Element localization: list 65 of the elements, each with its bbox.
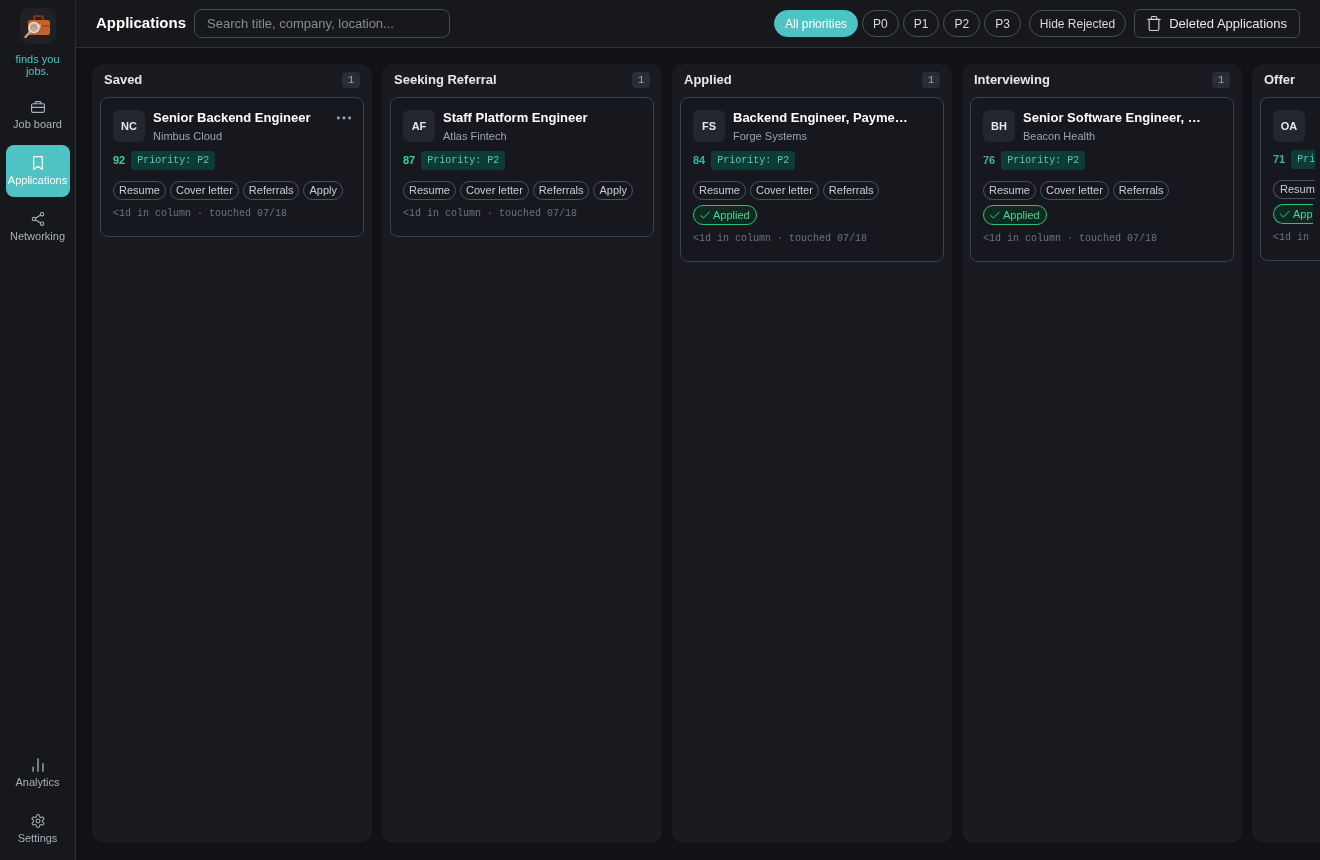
column-title: Interviewing bbox=[974, 71, 1050, 90]
job-title: Backend Engineer, Payme… bbox=[733, 110, 909, 126]
job-title: Senior Backend Engineer bbox=[153, 110, 312, 126]
nav-item[interactable]: Networking bbox=[5, 201, 70, 253]
column-title: Saved bbox=[104, 71, 143, 90]
company-initials: OA bbox=[1273, 110, 1305, 142]
job-card[interactable]: FS Backend Engineer, Payme… Forge Systems 84 Priority: P2 Resume Cover letter Referrals Applied <1d in column · touched 07/18 bbox=[680, 97, 944, 262]
more-icon bbox=[337, 116, 351, 120]
applied-status-chip: App bbox=[1273, 204, 1313, 224]
check-icon bbox=[1280, 210, 1290, 218]
settings-icon bbox=[30, 813, 45, 828]
nav-item[interactable]: Analytics bbox=[5, 747, 70, 799]
nav-item[interactable]: Settings bbox=[5, 803, 70, 855]
share-nodes-icon bbox=[30, 211, 45, 226]
page-title: Applications bbox=[96, 13, 186, 34]
job-card[interactable]: NC Senior Backend Engineer Nimbus Cloud 92 Priority: P2 Resume Cover letter Referrals Apply <1d in column · touched 07/18 bbox=[100, 97, 364, 237]
card-count: 1 bbox=[1212, 72, 1230, 88]
column-title: Offer bbox=[1264, 71, 1296, 90]
company-name: Forge Systems bbox=[733, 129, 808, 143]
company-initials: AF bbox=[403, 110, 435, 142]
search-field[interactable]: Search title, company, location... bbox=[194, 9, 450, 38]
job-title: Staff Platform Engineer bbox=[443, 110, 589, 126]
match-score: 71 bbox=[1273, 152, 1286, 168]
job-card[interactable]: OA 71 Pri Resum App <1d in bbox=[1260, 97, 1320, 261]
match-score: 92 bbox=[113, 153, 126, 169]
job-card[interactable]: BH Senior Software Engineer, … Beacon Health 76 Priority: P2 Resume Cover letter Referrals Applied <1d in column · touched 07/18 bbox=[970, 97, 1234, 262]
bookmark-icon bbox=[30, 155, 45, 170]
bar-chart-icon bbox=[30, 757, 45, 772]
card-count: 1 bbox=[632, 72, 650, 88]
more-button[interactable] bbox=[337, 116, 351, 120]
card-meta: <1d in column · touched 07/18 bbox=[113, 208, 289, 220]
priority-tag: Priority: P2 bbox=[131, 151, 216, 170]
check-icon bbox=[700, 211, 710, 219]
applied-status-chip: Applied bbox=[693, 205, 757, 225]
company-name: Beacon Health bbox=[1023, 129, 1097, 143]
card-count: 1 bbox=[922, 72, 940, 88]
column-title: Seeking Referral bbox=[394, 71, 497, 90]
applied-status-chip: Applied bbox=[983, 205, 1047, 225]
match-score: 87 bbox=[403, 153, 416, 169]
briefcase-icon bbox=[30, 99, 45, 114]
job-title: Senior Software Engineer, … bbox=[1023, 110, 1202, 126]
company-initials: FS bbox=[693, 110, 725, 142]
match-score: 76 bbox=[983, 153, 996, 169]
priority-tag: Priority: P2 bbox=[1001, 151, 1086, 170]
company-name: Atlas Fintech bbox=[443, 129, 508, 143]
card-count: 1 bbox=[342, 72, 360, 88]
trash-icon bbox=[1147, 16, 1162, 31]
card-meta: <1d in bbox=[1273, 232, 1310, 244]
card-meta: <1d in column · touched 07/18 bbox=[693, 233, 869, 245]
priority-tag: Priority: P2 bbox=[421, 151, 506, 170]
match-score: 84 bbox=[693, 153, 706, 169]
company-initials: NC bbox=[113, 110, 145, 142]
company-name: Nimbus Cloud bbox=[153, 129, 224, 143]
card-meta: <1d in column · touched 07/18 bbox=[403, 208, 579, 220]
briefcase-logo-icon bbox=[19, 8, 56, 44]
deleted-applications-button[interactable]: Deleted Applications bbox=[1134, 9, 1300, 38]
job-card[interactable]: AF Staff Platform Engineer Atlas Fintech 87 Priority: P2 Resume Cover letter Referrals Apply <1d in column · touched 07/18 bbox=[390, 97, 654, 237]
priority-tag: Pri bbox=[1291, 150, 1316, 169]
tagline: finds you jobs. bbox=[14, 53, 61, 77]
card-meta: <1d in column · touched 07/18 bbox=[983, 233, 1159, 245]
nav-item[interactable]: Job board bbox=[5, 89, 70, 141]
check-icon bbox=[990, 211, 1000, 219]
company-initials: BH bbox=[983, 110, 1015, 142]
priority-tag: Priority: P2 bbox=[711, 151, 796, 170]
column-title: Applied bbox=[684, 71, 732, 90]
